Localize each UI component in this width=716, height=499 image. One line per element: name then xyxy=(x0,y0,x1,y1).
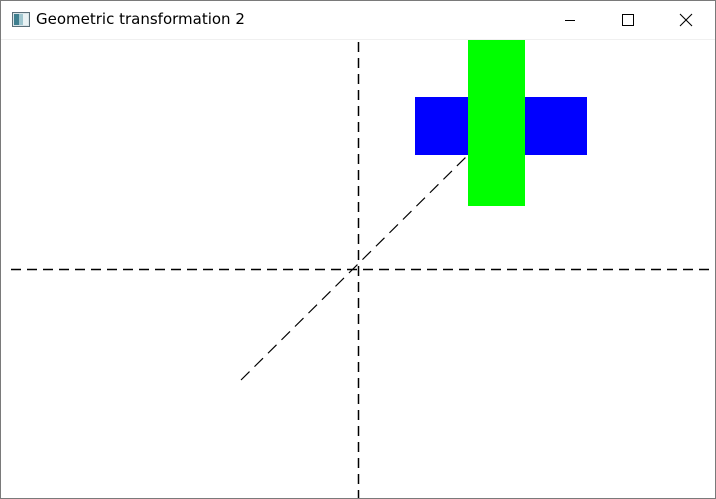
title-bar[interactable]: Geometric transformation 2 xyxy=(1,1,715,40)
app-icon xyxy=(12,12,30,27)
maximize-icon xyxy=(622,14,634,26)
drawing-canvas[interactable] xyxy=(1,40,715,498)
minimize-icon xyxy=(565,20,575,21)
scene-svg xyxy=(11,40,715,498)
window-title: Geometric transformation 2 xyxy=(36,10,245,28)
close-button[interactable] xyxy=(657,1,715,39)
minimize-button[interactable] xyxy=(541,1,599,39)
diagonal-axis-line xyxy=(240,153,470,381)
close-icon xyxy=(679,13,693,27)
maximize-button[interactable] xyxy=(599,1,657,39)
app-window: Geometric transformation 2 xyxy=(0,0,716,499)
green-rectangle xyxy=(468,40,525,206)
